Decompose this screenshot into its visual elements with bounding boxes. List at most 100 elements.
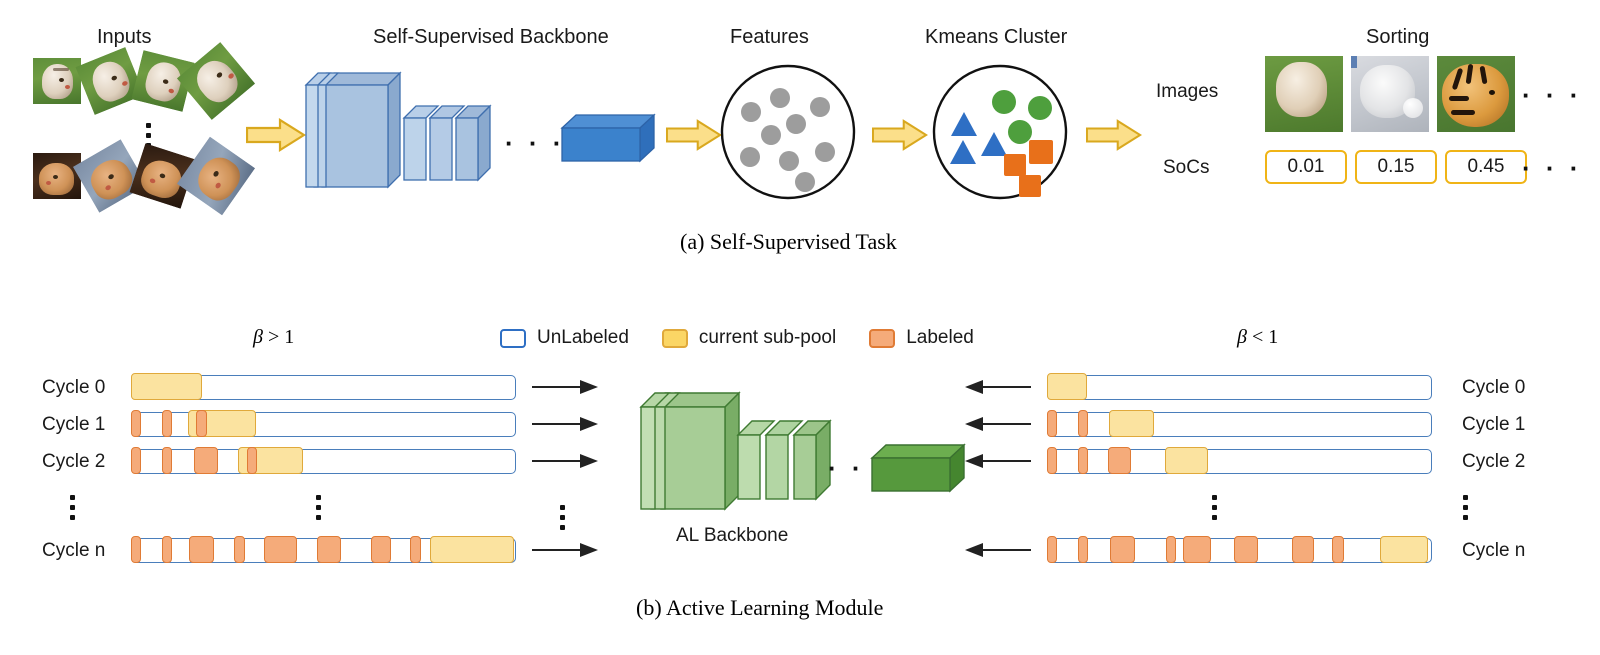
arrow-left-row-n — [532, 543, 598, 557]
inputs-title: Inputs — [97, 26, 152, 48]
subpool-segment — [429, 536, 514, 563]
legend-label-labeled: Labeled — [906, 327, 974, 348]
labeled-segment — [316, 536, 342, 563]
beta-value: 1 — [284, 326, 295, 348]
sorted-thumbnail — [1265, 56, 1343, 132]
input-thumbnail — [75, 47, 145, 115]
right-cycle-label-n: Cycle n — [1462, 540, 1526, 561]
legend-label-unlabeled: UnLabeled — [537, 327, 629, 348]
labeled-segment — [194, 447, 218, 474]
subpool-segment — [1164, 447, 1208, 474]
labeled-segment — [1182, 536, 1212, 563]
flow-arrow-backbone-to-features — [666, 119, 722, 151]
soc-box: 0.15 — [1355, 150, 1437, 184]
right-pool-bar-row-n[interactable] — [1047, 536, 1432, 563]
arrow-right-row-1 — [965, 417, 1031, 431]
labeled-segment — [370, 536, 392, 563]
sorting-image-list — [1265, 56, 1515, 132]
soc-value: 0.01 — [1287, 156, 1325, 177]
labeled-segment — [1078, 410, 1089, 437]
beta-symbol: β — [253, 326, 263, 348]
left-cycle-label-2: Cycle 2 — [42, 451, 106, 472]
labeled-segment — [162, 447, 173, 474]
socs-ellipsis: · · · — [1522, 153, 1583, 183]
input-images-top-row — [33, 42, 256, 120]
beta-relation: < — [1246, 326, 1269, 348]
labeled-segment — [1078, 536, 1089, 563]
left-cycle-label-n: Cycle n — [42, 540, 106, 561]
arrow-right-row-n — [965, 543, 1031, 557]
soc-value: 0.45 — [1467, 156, 1505, 177]
labeled-segment — [1047, 536, 1057, 563]
left-cycle-label-1: Cycle 1 — [42, 414, 106, 435]
legend-swatch-labeled — [869, 328, 896, 348]
backbone-ellipsis: · · · — [505, 128, 566, 158]
al-backbone-label: AL Backbone — [676, 525, 789, 546]
ssl-backbone-block-1 — [300, 65, 410, 190]
right-rows-vertical-ellipsis — [1463, 490, 1468, 525]
left-pool-bar-row-0[interactable] — [131, 373, 516, 400]
labeled-segment — [409, 536, 422, 563]
left-pool-bar-row-2[interactable] — [131, 447, 516, 474]
arrow-right-row-0 — [965, 380, 1031, 394]
sorted-thumbnail — [1437, 56, 1515, 132]
labeled-segment — [196, 410, 208, 437]
beta-symbol: β — [1237, 326, 1247, 348]
labeled-segment — [1047, 410, 1057, 437]
right-pool-bar-row-0[interactable] — [1047, 373, 1432, 400]
backbone-title: Self-Supervised Backbone — [373, 26, 609, 48]
kmeans-title: Kmeans Cluster — [925, 26, 1068, 48]
caption-b: (b) Active Learning Module — [636, 595, 884, 620]
input-thumbnail — [33, 58, 81, 104]
al-backbone-block-2 — [730, 415, 840, 515]
sorted-thumbnail — [1351, 56, 1429, 132]
right-cycle-label-1: Cycle 1 — [1462, 414, 1526, 435]
soc-value: 0.15 — [1377, 156, 1415, 177]
flow-arrow-kmeans-to-sorting — [1086, 119, 1142, 151]
labeled-segment — [131, 410, 141, 437]
left-cycle-label-0: Cycle 0 — [42, 377, 106, 398]
arrow-left-row-1 — [532, 417, 598, 431]
legend: UnLabeled current sub-pool Labeled — [500, 327, 974, 349]
legend-swatch-unlabeled — [500, 328, 526, 348]
labeled-segment — [131, 447, 141, 474]
labeled-segment — [264, 536, 298, 563]
right-pool-bar-row-2[interactable] — [1047, 447, 1432, 474]
left-pool-bar-row-1[interactable] — [131, 410, 516, 437]
right-cycle-label-2: Cycle 2 — [1462, 451, 1526, 472]
beta-less-label: β < 1 — [1237, 326, 1278, 349]
arrow-right-row-2 — [965, 454, 1031, 468]
labeled-segment — [1292, 536, 1314, 563]
labeled-segment — [1078, 447, 1089, 474]
sorting-images-label: Images — [1156, 81, 1219, 102]
labeled-segment — [1110, 536, 1135, 563]
labeled-segment — [233, 536, 246, 563]
subpool-segment — [1109, 410, 1155, 437]
ssl-backbone-output-block — [558, 112, 658, 170]
labeled-segment — [162, 410, 173, 437]
arrow-left-row-2 — [532, 454, 598, 468]
legend-swatch-subpool — [661, 328, 688, 348]
right-pool-bar-row-1[interactable] — [1047, 410, 1432, 437]
beta-greater-label: β > 1 — [253, 326, 294, 349]
beta-relation: > — [262, 326, 285, 348]
right-cycle-label-0: Cycle 0 — [1462, 377, 1526, 398]
labeled-segment — [189, 536, 214, 563]
caption-a: (a) Self-Supervised Task — [680, 229, 897, 254]
center-arrows-vertical-ellipsis — [560, 500, 565, 535]
labeled-segment — [1332, 536, 1344, 563]
sorting-images-ellipsis: · · · — [1522, 80, 1583, 110]
labeled-segment — [1233, 536, 1259, 563]
input-images-bottom-row — [33, 136, 256, 216]
legend-label-subpool: current sub-pool — [698, 327, 837, 348]
left-pool-bar-row-n[interactable] — [131, 536, 516, 563]
subpool-segment — [1047, 373, 1088, 400]
subpool-segment — [131, 373, 202, 400]
right-bars-vertical-ellipsis — [1212, 490, 1217, 525]
ssl-backbone-block-2 — [398, 100, 498, 190]
input-thumbnail — [176, 42, 256, 120]
labeled-segment — [1165, 536, 1176, 563]
sorting-title: Sorting — [1366, 26, 1430, 48]
labeled-segment — [1108, 447, 1132, 474]
flow-arrow-features-to-kmeans — [872, 119, 928, 151]
